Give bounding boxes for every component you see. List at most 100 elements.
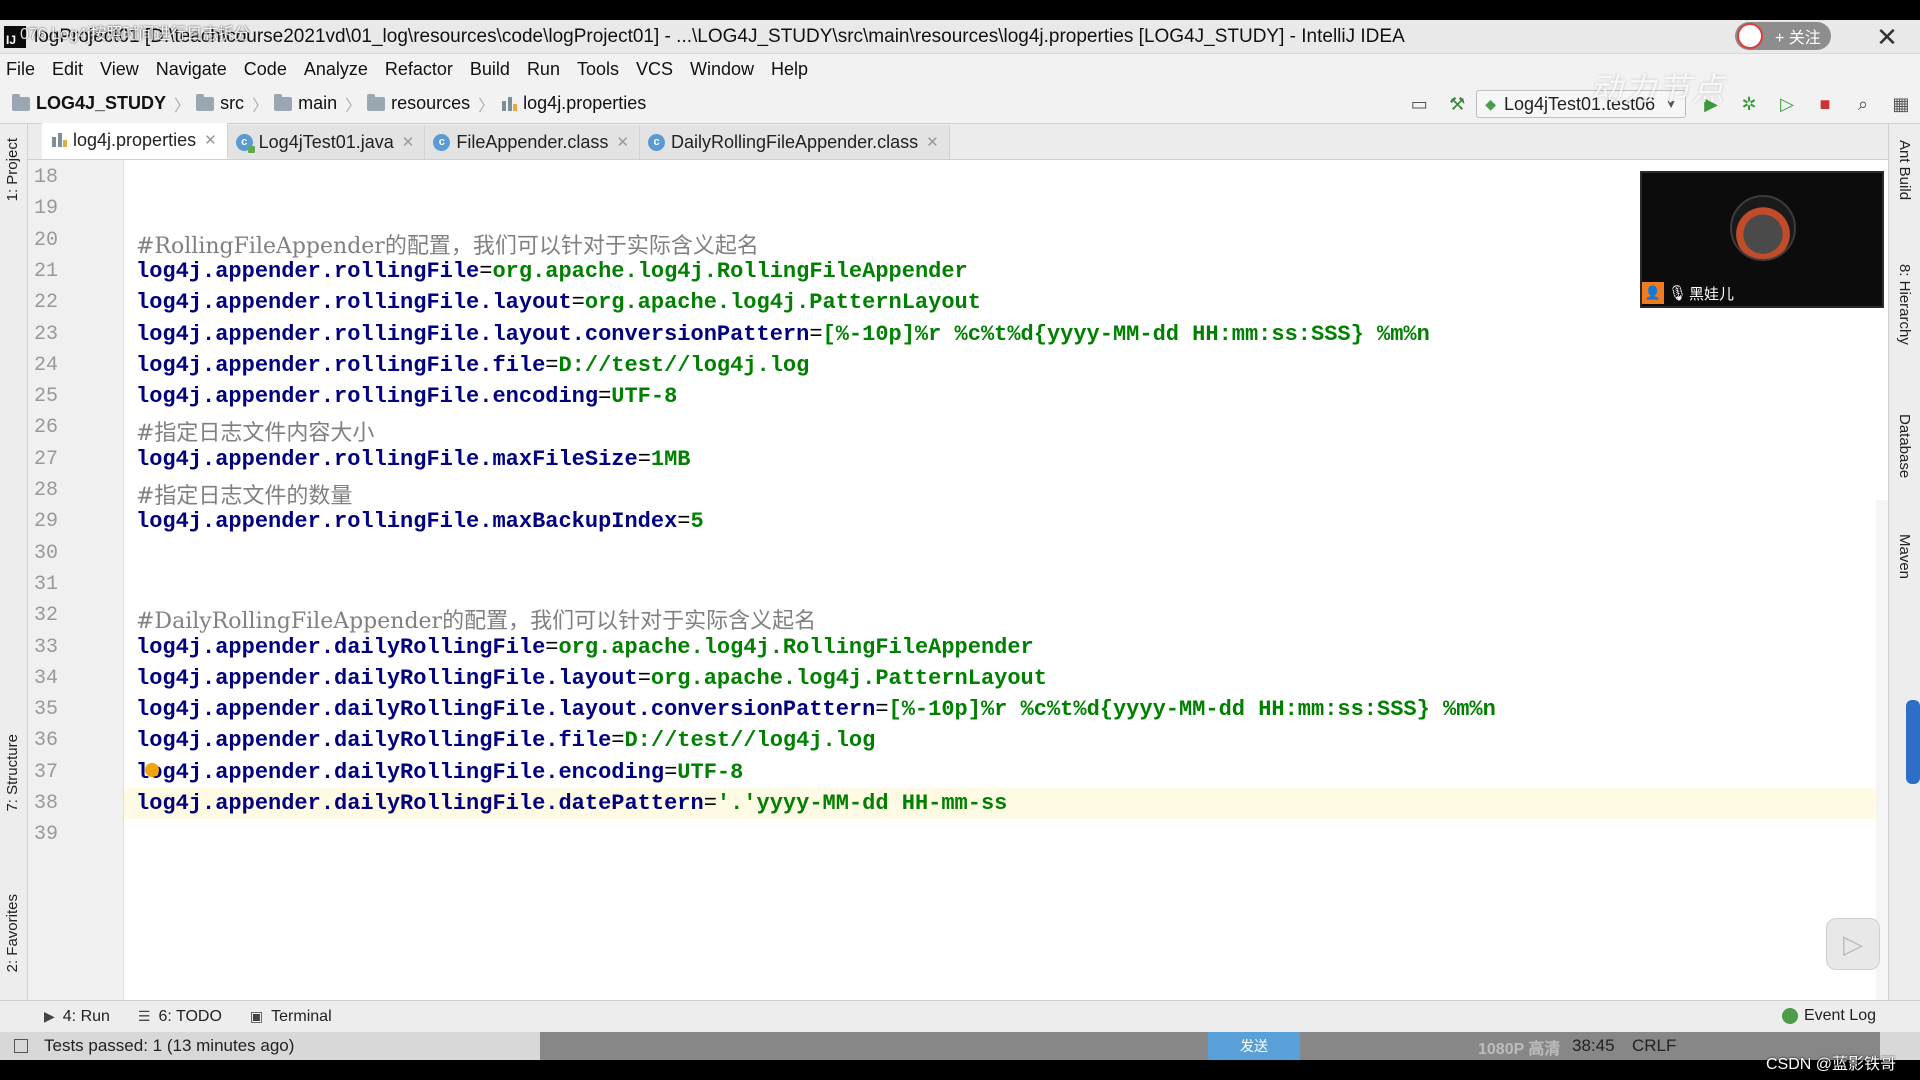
code-line-text: #指定日志文件的数量 xyxy=(136,478,352,510)
status-tests: Tests passed: 1 (13 minutes ago) xyxy=(14,1036,294,1056)
breadcrumb-separator: 〉 xyxy=(252,97,269,115)
line-number: 22 xyxy=(34,291,59,315)
breadcrumb-file[interactable]: log4j.properties xyxy=(500,93,646,114)
window-toggle-icon[interactable]: ▭ xyxy=(1406,91,1432,117)
menu-vcs[interactable]: VCS xyxy=(636,59,673,80)
tab-label: FileAppender.class xyxy=(456,131,609,152)
line-number: 19 xyxy=(34,197,59,221)
code-line[interactable]: log4j.appender.dailyRollingFile.encoding… xyxy=(124,757,1888,788)
code-line[interactable] xyxy=(124,162,1888,193)
code-line-text: log4j.appender.rollingFile.layout=org.ap… xyxy=(136,290,981,315)
video-quality-label[interactable]: 1080P 高清 xyxy=(1478,1035,1560,1059)
stop-icon[interactable]: ■ xyxy=(1812,91,1838,117)
code-line[interactable]: log4j.appender.dailyRollingFile.file=D:/… xyxy=(124,725,1888,756)
watermark-logo: 动力节点 xyxy=(1590,71,1727,107)
search-icon[interactable]: ⌕ xyxy=(1850,91,1876,117)
tab-dailyrollingfileappender-class[interactable]: c DailyRollingFileAppender.class ✕ xyxy=(640,125,950,159)
breadcrumb-src[interactable]: src xyxy=(196,93,244,114)
run-tool-button[interactable]: ▶ 4: Run xyxy=(44,1008,110,1026)
event-log-button[interactable]: Event Log xyxy=(1781,1007,1876,1025)
build-hammer-icon[interactable]: ⚒ xyxy=(1444,91,1470,117)
code-line[interactable] xyxy=(124,819,1888,850)
breadcrumb-main[interactable]: main xyxy=(274,93,337,114)
code-line[interactable]: #RollingFileAppender的配置，我们可以针对于实际含义起名 xyxy=(124,225,1888,259)
code-line[interactable]: log4j.appender.rollingFile.maxBackupInde… xyxy=(124,506,1888,537)
code-line[interactable]: log4j.appender.rollingFile.encoding=UTF-… xyxy=(124,381,1888,412)
structure-tool-tab[interactable]: 7: Structure xyxy=(4,734,21,812)
intention-bulb-icon[interactable] xyxy=(145,762,160,777)
code-editor[interactable]: #RollingFileAppender的配置，我们可以针对于实际含义起名 log… xyxy=(124,160,1888,1000)
close-tab-icon[interactable]: ✕ xyxy=(402,133,415,151)
caret-position[interactable]: 38:45 xyxy=(1572,1036,1615,1056)
line-number: 27 xyxy=(34,447,59,471)
property-value: D://test//log4j.log xyxy=(624,728,876,754)
menu-navigate[interactable]: Navigate xyxy=(156,59,227,80)
follow-button[interactable]: + 关注 xyxy=(1735,22,1831,50)
property-separator: = xyxy=(598,384,612,410)
menu-tools[interactable]: Tools xyxy=(577,59,619,80)
menu-help[interactable]: Help xyxy=(771,59,808,80)
close-tab-icon[interactable]: ✕ xyxy=(616,133,629,151)
property-separator: = xyxy=(545,352,559,378)
menu-analyze[interactable]: Analyze xyxy=(304,59,368,80)
breadcrumb-project[interactable]: LOG4J_STUDY xyxy=(12,93,166,114)
code-line[interactable]: log4j.appender.dailyRollingFile.layout=o… xyxy=(124,663,1888,694)
todo-tool-button[interactable]: ☰ 6: TODO xyxy=(138,1008,222,1026)
property-value: [%-10p]%r %c%t%d{yyyy-MM-dd HH:mm:ss:SSS… xyxy=(822,321,1430,347)
list-icon: ☰ xyxy=(137,1008,151,1024)
code-line[interactable] xyxy=(124,569,1888,600)
person-icon: 👤 xyxy=(1642,282,1664,304)
code-line[interactable]: log4j.appender.rollingFile.file=D://test… xyxy=(124,350,1888,381)
project-tool-tab[interactable]: 1: Project xyxy=(4,138,21,201)
maven-tool-tab[interactable]: Maven xyxy=(1896,534,1913,579)
code-line[interactable]: log4j.appender.rollingFile.layout.conver… xyxy=(124,319,1888,350)
code-line[interactable]: #DailyRollingFileAppender的配置，我们可以针对于实际含义… xyxy=(124,600,1888,634)
favorites-tool-tab[interactable]: 2: Favorites xyxy=(4,894,21,972)
code-line[interactable]: log4j.appender.rollingFile.layout=org.ap… xyxy=(124,287,1888,318)
code-line[interactable]: #指定日志文件的数量 xyxy=(124,475,1888,509)
line-number: 18 xyxy=(34,166,59,189)
code-line[interactable]: log4j.appender.rollingFile.maxFileSize=1… xyxy=(124,444,1888,475)
database-tool-tab[interactable]: Database xyxy=(1896,414,1913,478)
breadcrumb-file-label: log4j.properties xyxy=(523,93,647,113)
menu-run[interactable]: Run xyxy=(527,59,560,80)
property-key: log4j.appender.rollingFile.layout xyxy=(136,290,572,316)
menu-view[interactable]: View xyxy=(100,59,139,80)
menu-code[interactable]: Code xyxy=(244,59,287,80)
tab-log4j-properties[interactable]: log4j.properties ✕ xyxy=(42,123,228,159)
resources-folder-icon xyxy=(367,93,386,111)
code-line[interactable] xyxy=(124,193,1888,224)
line-separator[interactable]: CRLF xyxy=(1632,1036,1676,1056)
code-line[interactable]: #指定日志文件内容大小 xyxy=(124,412,1888,446)
code-line[interactable]: log4j.appender.dailyRollingFile.layout.c… xyxy=(124,694,1888,725)
code-line[interactable]: log4j.appender.dailyRollingFile=org.apac… xyxy=(124,632,1888,663)
close-tab-icon[interactable]: ✕ xyxy=(204,131,217,149)
property-value: 5 xyxy=(690,509,704,535)
code-line[interactable]: log4j.appender.dailyRollingFile.datePatt… xyxy=(124,788,1888,819)
menu-window[interactable]: Window xyxy=(690,59,754,80)
line-number: 31 xyxy=(34,572,59,596)
tab-log4jtest01-java[interactable]: c Log4jTest01.java ✕ xyxy=(227,125,426,159)
hierarchy-tool-tab[interactable]: 8: Hierarchy xyxy=(1896,264,1913,345)
menu-edit[interactable]: Edit xyxy=(52,59,83,80)
tab-fileappender-class[interactable]: c FileAppender.class ✕ xyxy=(425,125,641,159)
code-line[interactable]: log4j.appender.rollingFile=org.apache.lo… xyxy=(124,256,1888,287)
send-button[interactable]: 发送 xyxy=(1208,1032,1300,1060)
property-separator: = xyxy=(664,759,678,785)
close-tab-icon[interactable]: ✕ xyxy=(926,133,939,151)
debug-icon[interactable]: ✲ xyxy=(1736,91,1762,117)
tool-window-toggle-icon[interactable] xyxy=(14,1039,28,1053)
code-line[interactable] xyxy=(124,538,1888,569)
menu-build[interactable]: Build xyxy=(470,59,510,80)
terminal-tool-button[interactable]: ▣ Terminal xyxy=(250,1008,332,1026)
close-icon[interactable]: ✕ xyxy=(1870,20,1904,54)
ant-build-tool-tab[interactable]: Ant Build xyxy=(1896,140,1913,200)
menu-refactor[interactable]: Refactor xyxy=(385,59,453,80)
project-folder-icon xyxy=(12,93,30,111)
play-icon[interactable]: ▷ xyxy=(1826,918,1880,970)
breadcrumb-resources[interactable]: resources xyxy=(367,93,470,114)
settings-icon[interactable]: ▦ xyxy=(1888,91,1914,117)
property-value: org.apache.log4j.PatternLayout xyxy=(650,665,1047,691)
menu-file[interactable]: File xyxy=(6,59,35,80)
coverage-icon[interactable]: ▷ xyxy=(1774,91,1800,117)
